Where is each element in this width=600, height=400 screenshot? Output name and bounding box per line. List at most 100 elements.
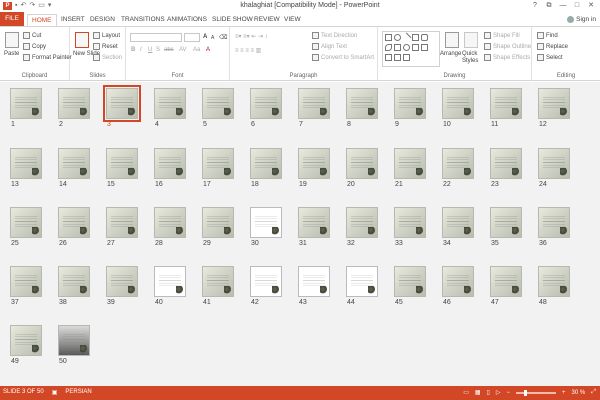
slide-thumbnail[interactable]: 49 — [10, 325, 42, 365]
slide-thumbnail[interactable]: 38 — [58, 266, 90, 306]
text-direction-button[interactable]: Text Direction — [312, 32, 357, 39]
slide-preview[interactable] — [58, 266, 90, 297]
slide-preview[interactable] — [250, 266, 282, 297]
tab-home[interactable]: HOME — [27, 14, 57, 26]
slide-preview[interactable] — [538, 148, 570, 179]
tab-file[interactable]: FILE — [0, 12, 24, 26]
quick-styles-button[interactable]: Quick Styles — [462, 51, 482, 65]
slide-thumbnail[interactable]: 24 — [538, 148, 570, 188]
slide-preview[interactable] — [250, 88, 282, 119]
slide-preview[interactable] — [442, 266, 474, 297]
alignment-buttons[interactable]: ≡ ≡ ≡ ≡ ▥ — [235, 47, 261, 54]
minimize-button[interactable]: — — [556, 0, 570, 11]
slide-preview[interactable] — [58, 207, 90, 238]
slide-preview[interactable] — [106, 207, 138, 238]
shadow-button[interactable]: S — [156, 47, 160, 53]
slide-thumbnail[interactable]: 39 — [106, 266, 138, 306]
slide-thumbnail[interactable]: 15 — [106, 148, 138, 188]
font-family-dropdown[interactable] — [130, 33, 182, 42]
slide-preview[interactable] — [10, 266, 42, 297]
slide-preview[interactable] — [250, 148, 282, 179]
slide-show-view-icon[interactable]: ▷ — [496, 389, 501, 396]
redo-icon[interactable]: ↷ — [29, 1, 35, 11]
slide-thumbnail[interactable]: 12 — [538, 88, 570, 128]
slide-preview[interactable] — [202, 207, 234, 238]
oval-shape-icon[interactable] — [394, 34, 401, 41]
change-case-button[interactable]: Aa — [193, 47, 200, 53]
strikethrough-button[interactable]: abc — [164, 47, 174, 53]
slide-thumbnail[interactable]: 7 — [298, 88, 330, 128]
zoom-out-icon[interactable]: − — [506, 390, 510, 396]
underline-button[interactable]: U — [148, 47, 152, 53]
slide-preview[interactable] — [106, 148, 138, 179]
slide-thumbnail[interactable]: 4 — [154, 88, 186, 128]
slide-thumbnail[interactable]: 47 — [490, 266, 522, 306]
align-text-button[interactable]: Align Text — [312, 43, 347, 50]
slide-preview[interactable] — [346, 88, 378, 119]
maximize-button[interactable]: □ — [570, 0, 584, 11]
bullets-button[interactable]: ≡▾ ≡▾ ⇤ ⇥ ↕ — [235, 33, 268, 40]
tab-animations[interactable]: ANIMATIONS — [163, 14, 211, 26]
slide-thumbnail[interactable]: 36 — [538, 207, 570, 247]
slide-preview[interactable] — [394, 207, 426, 238]
line-shape-icon[interactable] — [401, 32, 412, 43]
arrange-button[interactable]: Arrange — [440, 51, 461, 57]
customize-qat-icon[interactable]: ▾ — [48, 1, 52, 11]
slide-thumbnail[interactable]: 32 — [346, 207, 378, 247]
slide-thumbnail[interactable]: 43 — [298, 266, 330, 306]
slide-preview[interactable] — [250, 207, 282, 238]
slide-preview[interactable] — [103, 85, 141, 122]
slide-preview[interactable] — [58, 88, 90, 119]
close-button[interactable]: ✕ — [584, 0, 598, 11]
slide-thumbnail[interactable]: 23 — [490, 148, 522, 188]
slide-thumbnail[interactable]: 16 — [154, 148, 186, 188]
slide-preview[interactable] — [442, 88, 474, 119]
slide-thumbnail[interactable]: 21 — [394, 148, 426, 188]
slide-thumbnail[interactable]: 19 — [298, 148, 330, 188]
slide-preview[interactable] — [10, 325, 42, 356]
slide-thumbnail[interactable]: 50 — [58, 325, 90, 365]
slide-thumbnail[interactable]: 28 — [154, 207, 186, 247]
arc-shape-icon[interactable] — [385, 44, 392, 51]
slide-preview[interactable] — [442, 207, 474, 238]
zoom-in-icon[interactable]: + — [562, 390, 566, 396]
ribbon-display-options-button[interactable]: ⧉ — [542, 0, 556, 11]
shapes-gallery[interactable] — [382, 31, 440, 67]
slide-thumbnail[interactable]: 3 — [103, 85, 141, 128]
replace-button[interactable]: Replace — [537, 43, 568, 50]
slide-preview[interactable] — [490, 207, 522, 238]
slide-preview[interactable] — [10, 148, 42, 179]
circle-shape-icon[interactable] — [403, 44, 410, 51]
character-spacing-button[interactable]: AV — [179, 47, 187, 53]
slide-thumbnail[interactable]: 29 — [202, 207, 234, 247]
help-button[interactable]: ? — [528, 0, 542, 11]
increase-font-size-button[interactable]: A — [203, 34, 207, 40]
font-color-button[interactable]: A — [206, 47, 210, 53]
language-indicator[interactable]: PERSIAN — [65, 389, 91, 396]
slide-preview[interactable] — [10, 207, 42, 238]
slide-thumbnail[interactable]: 13 — [10, 148, 42, 188]
slide-thumbnail[interactable]: 5 — [202, 88, 234, 128]
slide-thumbnail[interactable]: 8 — [346, 88, 378, 128]
slide-preview[interactable] — [298, 266, 330, 297]
slide-preview[interactable] — [298, 88, 330, 119]
zoom-level[interactable]: 30 % — [572, 390, 586, 396]
fit-to-window-icon[interactable]: ⤢ — [591, 389, 596, 396]
tab-design[interactable]: DESIGN — [86, 14, 119, 26]
slide-thumbnail[interactable]: 42 — [250, 266, 282, 306]
rounded-rect-shape-icon[interactable] — [421, 34, 428, 41]
textbox-shape-icon[interactable] — [412, 34, 419, 41]
star-shape-icon[interactable] — [421, 44, 428, 51]
slide-preview[interactable] — [490, 148, 522, 179]
shape-effects-button[interactable]: Shape Effects — [484, 54, 530, 61]
reset-button[interactable]: Reset — [93, 43, 118, 50]
slide-thumbnail[interactable]: 26 — [58, 207, 90, 247]
save-icon[interactable]: ▪ — [15, 1, 17, 11]
slide-thumbnail[interactable]: 22 — [442, 148, 474, 188]
section-button[interactable]: Section — [93, 54, 122, 61]
slide-thumbnail[interactable]: 25 — [10, 207, 42, 247]
tab-review[interactable]: REVIEW — [250, 14, 284, 26]
tab-view[interactable]: VIEW — [280, 14, 305, 26]
slide-preview[interactable] — [442, 148, 474, 179]
arrow-shape-icon[interactable] — [412, 44, 419, 51]
